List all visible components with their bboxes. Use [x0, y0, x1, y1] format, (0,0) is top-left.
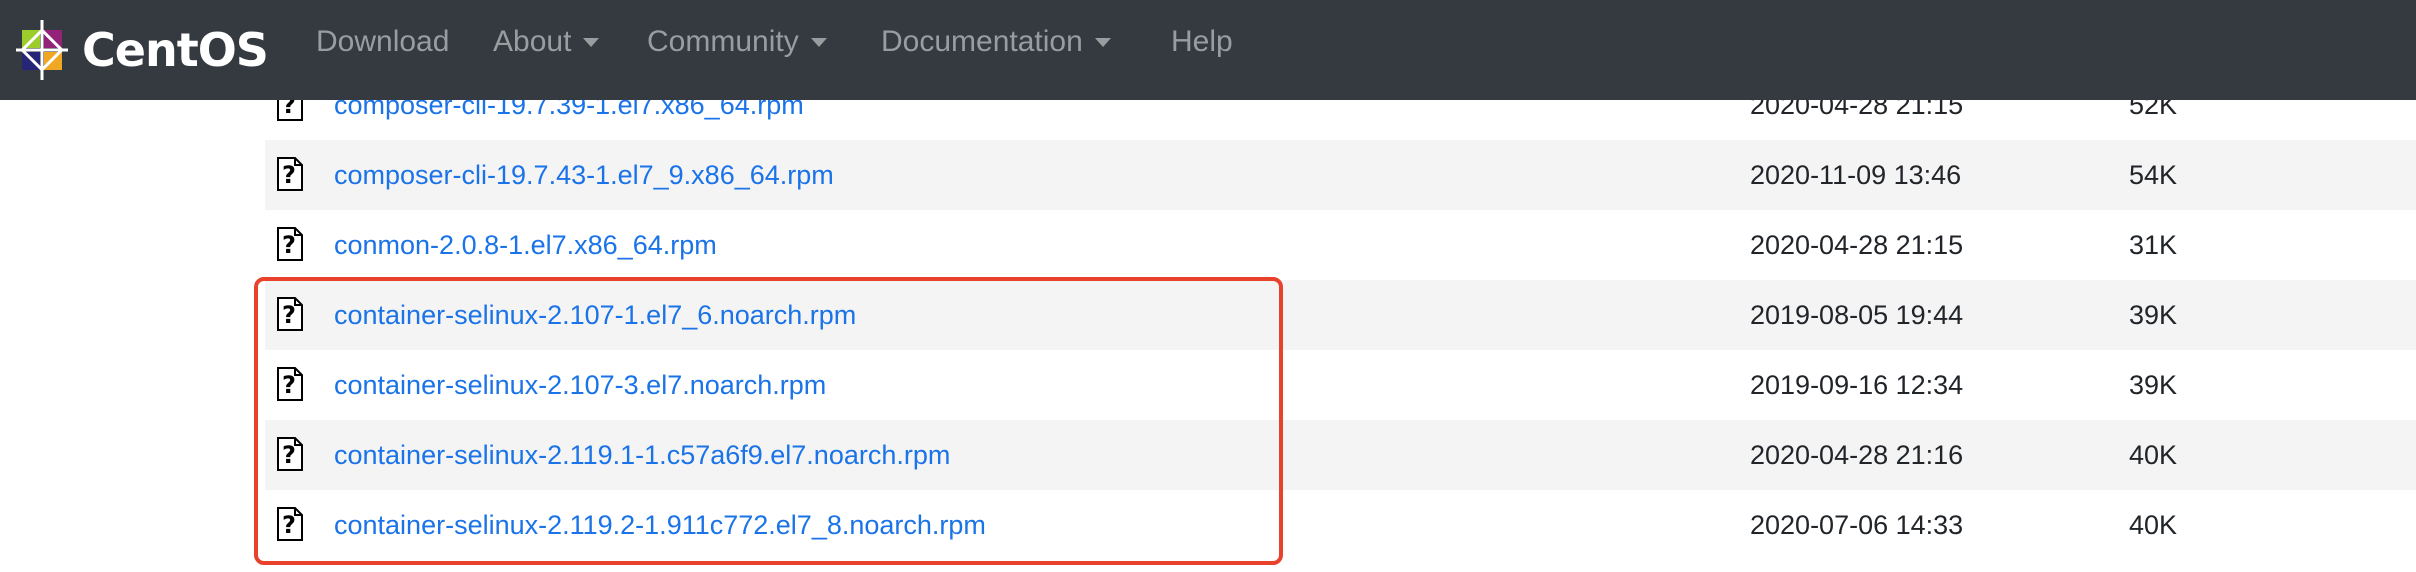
svg-text:?: ?: [282, 161, 296, 189]
nav-documentation[interactable]: Documentation: [881, 22, 1111, 62]
caret-down-icon: [583, 37, 600, 47]
svg-text:?: ?: [282, 441, 296, 469]
file-listing: ? composer-cli-19.7.39-1.el7.x86_64.rpm 20…: [265, 70, 2416, 560]
unknown-file-icon: ?: [277, 367, 303, 401]
centos-logo[interactable]: CentOS: [12, 14, 269, 86]
file-link[interactable]: conmon-2.0.8-1.el7.x86_64.rpm: [334, 210, 717, 280]
file-row: ? container-selinux-2.107-3.el7.noarch.rp…: [265, 350, 2416, 420]
file-link[interactable]: container-selinux-2.107-3.el7.noarch.rpm: [334, 350, 826, 420]
unknown-file-icon: ?: [277, 227, 303, 261]
nav-label: About: [493, 25, 572, 58]
file-date: 2020-04-28 21:16: [1750, 440, 1964, 470]
file-date: 2019-08-05 19:44: [1750, 300, 1964, 330]
file-date: 2019-09-16 12:34: [1750, 370, 1964, 400]
file-date: 2020-11-09 13:46: [1750, 160, 1962, 190]
file-row: ? conmon-2.0.8-1.el7.x86_64.rpm 2020-04-28…: [265, 210, 2416, 280]
nav-download[interactable]: Download: [316, 22, 449, 62]
svg-text:?: ?: [282, 511, 296, 539]
caret-down-icon: [1094, 37, 1111, 47]
svg-text:?: ?: [282, 301, 296, 329]
caret-down-icon: [810, 37, 827, 47]
unknown-file-icon: ?: [277, 507, 303, 541]
nav-label: Help: [1171, 25, 1233, 58]
file-link[interactable]: container-selinux-2.119.1-1.c57a6f9.el7.…: [334, 420, 950, 490]
brand-name: CentOS: [82, 23, 269, 77]
file-link[interactable]: container-selinux-2.107-1.el7_6.noarch.r…: [334, 280, 856, 350]
file-size: 31K: [2129, 230, 2178, 260]
file-size: 39K: [2129, 370, 2178, 400]
file-size: 40K: [2129, 510, 2178, 540]
file-link[interactable]: composer-cli-19.7.43-1.el7_9.x86_64.rpm: [334, 140, 834, 210]
svg-text:?: ?: [282, 231, 296, 259]
file-link[interactable]: container-selinux-2.119.2-1.911c772.el7_…: [334, 490, 986, 560]
nav-help[interactable]: Help: [1171, 22, 1233, 62]
unknown-file-icon: ?: [277, 437, 303, 471]
file-size: 40K: [2129, 440, 2178, 470]
file-size: 39K: [2129, 300, 2178, 330]
file-size: 54K: [2129, 160, 2178, 190]
nav-label: Community: [647, 25, 799, 58]
top-navbar: CentOS Download About Community Document…: [0, 0, 2416, 100]
file-date: 2020-04-28 21:15: [1750, 230, 1964, 260]
svg-text:?: ?: [282, 371, 296, 399]
nav-label: Documentation: [881, 25, 1083, 58]
file-date: 2020-07-06 14:33: [1750, 510, 1964, 540]
nav-label: Download: [316, 25, 450, 58]
nav-community[interactable]: Community: [647, 22, 827, 62]
nav-about[interactable]: About: [493, 22, 600, 62]
file-row: ? container-selinux-2.119.2-1.911c772.el7…: [265, 490, 2416, 560]
file-row: ? container-selinux-2.119.1-1.c57a6f9.el7…: [265, 420, 2416, 490]
file-row: ? composer-cli-19.7.43-1.el7_9.x86_64.rpm…: [265, 140, 2416, 210]
centos-logo-icon: [16, 20, 68, 80]
unknown-file-icon: ?: [277, 297, 303, 331]
file-row: ? container-selinux-2.107-1.el7_6.noarch.…: [265, 280, 2416, 350]
unknown-file-icon: ?: [277, 157, 303, 191]
